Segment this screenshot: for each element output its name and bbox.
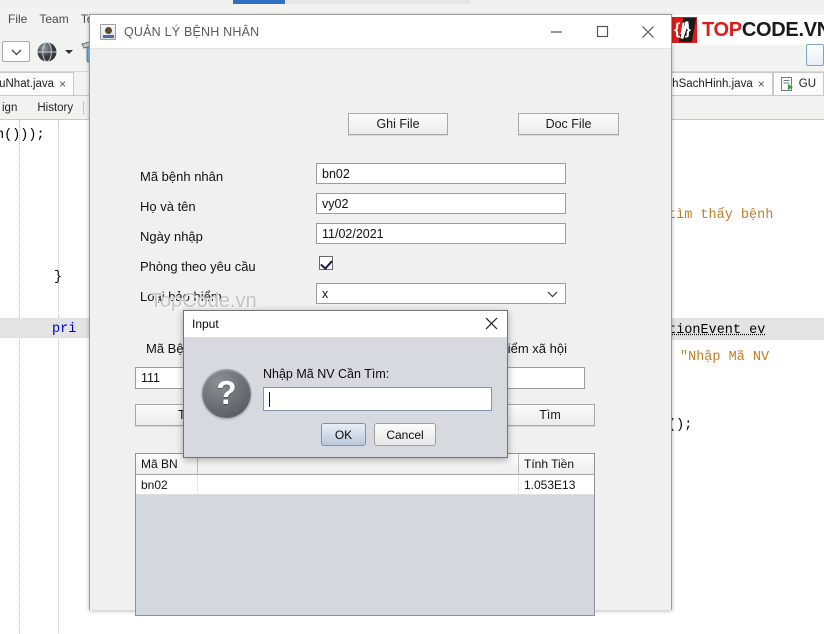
dialog-cancel-button[interactable]: Cancel: [374, 423, 436, 446]
editor-tab-hchunhat[interactable]: hChuNhat.java ×: [0, 72, 75, 95]
maximize-icon: [596, 25, 608, 38]
loai-bao-hiem-combobox[interactable]: x: [316, 283, 566, 304]
code-line: }: [54, 270, 63, 285]
input-dialog: Input ? Nhập Mã NV Cần Tìm: OK Cancel: [183, 310, 508, 458]
toolbar-dropdown-arrow-icon[interactable]: [64, 39, 74, 65]
menu-item-file[interactable]: File: [2, 10, 33, 28]
screen-root: File Team Tools: [0, 0, 824, 634]
field-label-loai-bao-hiem: Loại bảo hiểm: [140, 289, 222, 304]
field-label-ngay-nhap: Ngày nhập: [140, 229, 203, 244]
ide-top-tab-active[interactable]: [233, 0, 285, 4]
editor-tab-label: GU: [798, 78, 816, 90]
ide-top-tab-inactive[interactable]: [285, 0, 470, 4]
topcode-wordmark: TOPCODE.VN: [702, 19, 824, 42]
topcode-mark-icon: {/}: [671, 17, 697, 43]
topcode-brace: {/}: [674, 21, 691, 38]
topcode-logo: {/} TOPCODE.VN: [668, 15, 824, 45]
close-icon[interactable]: ×: [758, 77, 765, 91]
divider: [83, 100, 85, 115]
dialog-ok-button[interactable]: OK: [321, 423, 366, 446]
code-line: ctionEvent ev: [660, 323, 766, 338]
text-caret: [269, 391, 270, 407]
doc-file-button[interactable]: Doc File: [518, 113, 619, 135]
logo-code: CODE.VN: [741, 18, 824, 41]
dialog-titlebar[interactable]: Input: [184, 311, 507, 337]
java-file-icon: [780, 77, 794, 91]
close-button[interactable]: [625, 15, 671, 48]
editor-tab-label: hChuNhat.java: [0, 78, 55, 90]
dialog-title: Input: [192, 316, 219, 331]
question-icon: ?: [202, 369, 251, 418]
editor-tab-gu[interactable]: GU: [772, 72, 824, 95]
tim-button[interactable]: Tìm: [505, 404, 595, 426]
close-icon: [485, 317, 497, 330]
indent-guide: [58, 120, 59, 634]
code-line: tìm thấy bệnh: [668, 208, 774, 223]
dialog-text-input[interactable]: [263, 387, 492, 411]
dialog-prompt: Nhập Mã NV Cần Tìm:: [263, 367, 390, 381]
chevron-down-icon: [547, 287, 558, 301]
menu-item-team[interactable]: Team: [33, 10, 74, 28]
cell-tinh-tien: 1.053E13: [524, 477, 576, 492]
code-line: pri: [52, 322, 77, 337]
combo-value: x: [322, 286, 329, 301]
table-row[interactable]: bn02 1.053E13: [136, 475, 594, 495]
cell-ma-bn: bn02: [136, 475, 198, 494]
table-header-tinh-tien[interactable]: Tính Tiền: [519, 454, 594, 474]
field-label-phong-theo-yeu-cau: Phòng theo yêu cầu: [140, 259, 256, 274]
ide-right-toolbar-button[interactable]: [806, 44, 824, 66]
close-icon[interactable]: ×: [59, 77, 66, 91]
globe-icon[interactable]: [34, 39, 60, 65]
dialog-body: ? Nhập Mã NV Cần Tìm: OK Cancel: [184, 337, 507, 458]
ghi-file-button[interactable]: Ghi File: [348, 113, 448, 135]
code-line: n()));: [0, 128, 45, 143]
java-app-icon: [100, 23, 116, 40]
toolbar-config-combo[interactable]: [2, 41, 30, 62]
dialog-close-button[interactable]: [481, 314, 501, 334]
close-icon: [642, 25, 654, 38]
window-titlebar[interactable]: QUẢN LÝ BỆNH NHÂN: [90, 15, 671, 49]
code-line: "Nhập Mã NV: [680, 350, 770, 365]
maximize-button[interactable]: [579, 15, 625, 48]
minimize-icon: [550, 31, 562, 33]
tab-design[interactable]: ign: [0, 102, 27, 114]
minimize-button[interactable]: [533, 15, 579, 48]
tab-history[interactable]: History: [27, 102, 83, 114]
field-label-ma-benh-nhan: Mã bệnh nhân: [140, 169, 224, 184]
cell-spacer: [198, 475, 519, 494]
window-title: QUẢN LÝ BỆNH NHÂN: [124, 24, 260, 39]
logo-top: TOP: [702, 18, 742, 41]
code-gutter: [0, 120, 20, 634]
patients-table[interactable]: Mã BN Tính Tiền bn02 1.053E13: [135, 453, 595, 616]
field-label-ho-va-ten: Họ và tên: [140, 199, 196, 214]
ho-va-ten-input[interactable]: vy02: [316, 193, 566, 214]
question-glyph: ?: [216, 373, 237, 411]
chevron-down-icon: [11, 49, 21, 55]
ma-benh-nhan-input[interactable]: bn02: [316, 163, 566, 184]
ngay-nhap-input[interactable]: 11/02/2021: [316, 223, 566, 244]
phong-theo-yeu-cau-checkbox[interactable]: [319, 256, 333, 270]
